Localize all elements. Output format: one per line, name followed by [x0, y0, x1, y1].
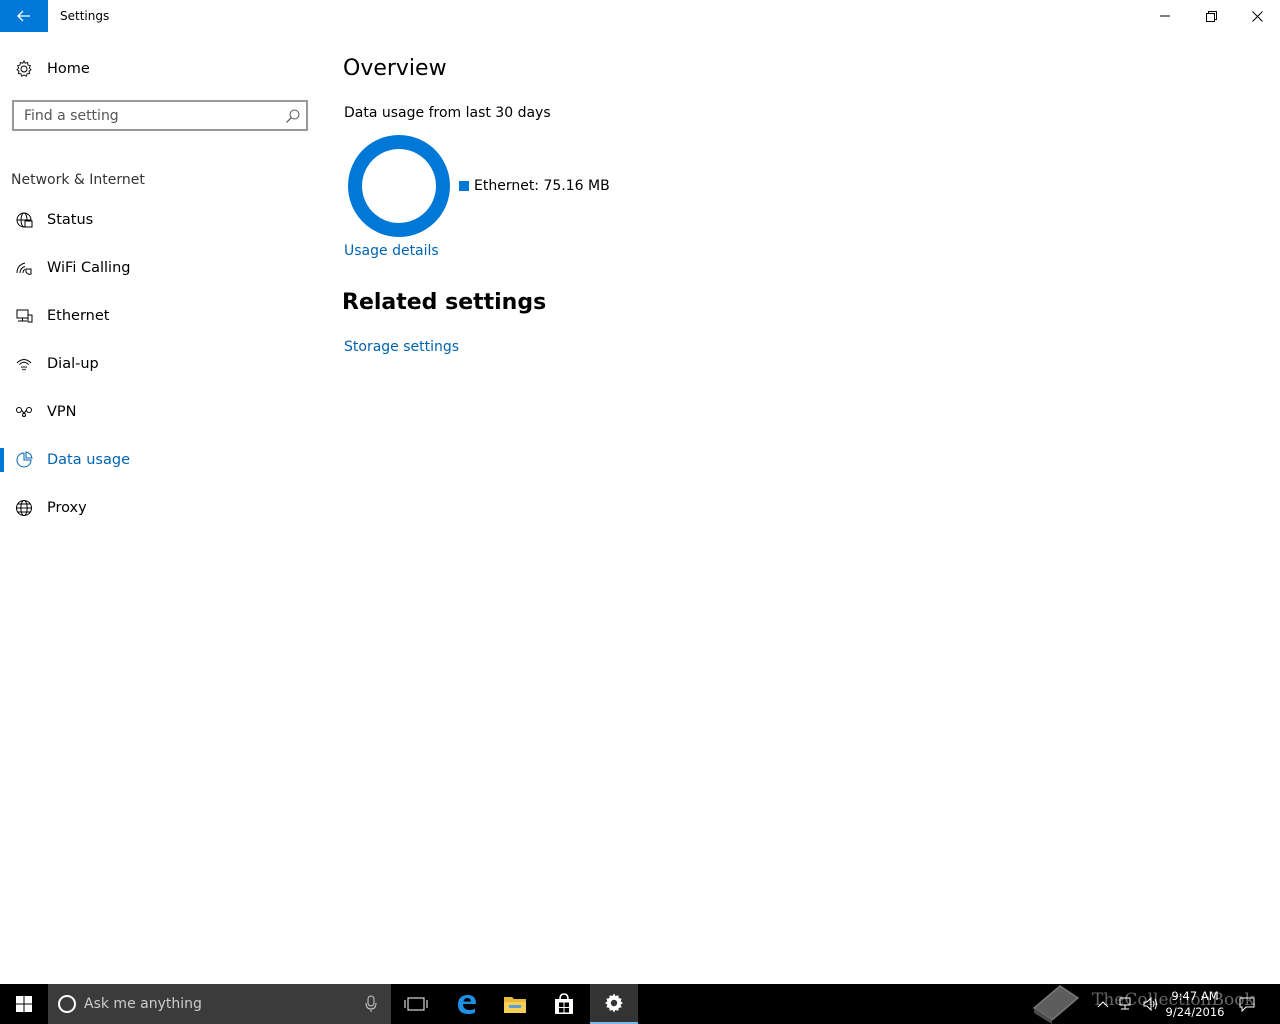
sidebar-item-label: Dial-up — [47, 356, 99, 372]
action-center-button[interactable] — [1236, 984, 1258, 1024]
page-title: Overview — [343, 56, 447, 81]
sidebar-item-label: WiFi Calling — [47, 260, 131, 276]
clock-date: 9/24/2016 — [1165, 1005, 1225, 1019]
sidebar-item-proxy[interactable]: Proxy — [0, 488, 320, 528]
main-content: Overview Data usage from last 30 days Et… — [320, 32, 1280, 984]
sidebar-item-dial-up[interactable]: Dial-up — [0, 344, 320, 384]
wifi-calling-icon — [14, 258, 34, 278]
restore-button[interactable] — [1188, 0, 1234, 32]
book-logo-icon — [1032, 985, 1080, 1024]
network-icon — [1119, 997, 1131, 1010]
restore-icon — [1205, 10, 1217, 22]
close-icon — [1251, 10, 1263, 22]
legend-label-ethernet: Ethernet: 75.16 MB — [474, 178, 610, 194]
settings-app-button[interactable] — [590, 984, 638, 1024]
cortana-icon — [58, 995, 76, 1013]
cortana-search-box[interactable] — [48, 984, 391, 1024]
folder-icon — [504, 997, 526, 1013]
sidebar-item-ethernet[interactable]: Ethernet — [0, 296, 320, 336]
sidebar-item-data-usage[interactable]: Data usage — [0, 440, 320, 480]
globe-icon — [14, 498, 34, 518]
legend-swatch-ethernet — [459, 181, 469, 191]
store-bag-icon — [555, 993, 573, 1014]
dialup-icon — [14, 354, 34, 374]
microphone-icon[interactable] — [364, 995, 378, 1013]
chart-legend: Ethernet: 75.16 MB — [459, 178, 610, 194]
sidebar-item-label: Status — [47, 212, 94, 228]
sidebar-item-home[interactable]: Home — [0, 50, 320, 88]
back-button[interactable] — [0, 0, 48, 32]
sidebar: Home Network & Internet Status — [0, 32, 320, 984]
vpn-icon — [14, 402, 34, 422]
sidebar-item-label: Proxy — [47, 500, 87, 516]
chevron-up-icon — [1097, 1001, 1109, 1008]
search-input[interactable] — [24, 106, 274, 126]
usage-subtitle: Data usage from last 30 days — [344, 105, 551, 121]
windows-logo-icon — [16, 996, 32, 1012]
network-tray-button[interactable] — [1116, 984, 1138, 1024]
sidebar-item-vpn[interactable]: VPN — [0, 392, 320, 432]
storage-settings-link[interactable]: Storage settings — [344, 339, 459, 355]
notifications-icon — [1239, 997, 1255, 1012]
minimize-button[interactable] — [1142, 0, 1188, 32]
globe-status-icon — [14, 210, 34, 230]
sidebar-item-wifi-calling[interactable]: WiFi Calling — [0, 248, 320, 288]
clock-time: 9:47 AM — [1171, 989, 1219, 1003]
usage-details-link[interactable]: Usage details — [344, 243, 439, 259]
sidebar-item-status[interactable]: Status — [0, 200, 320, 240]
related-settings-title: Related settings — [342, 290, 547, 315]
donut-slice-ethernet — [348, 135, 450, 237]
sidebar-item-label: Home — [47, 61, 90, 77]
minimize-icon — [1160, 15, 1170, 17]
window-title: Settings — [60, 9, 110, 23]
start-button[interactable] — [0, 984, 48, 1024]
taskbar-clock[interactable]: 9:47 AM 9/24/2016 — [1160, 988, 1230, 1020]
sidebar-item-label: VPN — [47, 404, 77, 420]
ethernet-icon — [14, 306, 34, 326]
taskbar: TheCollectionBook 9:47 AM 9/24/2016 — [0, 984, 1280, 1024]
store-button[interactable] — [540, 984, 588, 1024]
cortana-search-input[interactable] — [84, 994, 344, 1014]
search-field[interactable] — [12, 100, 308, 131]
volume-icon — [1143, 997, 1157, 1011]
file-explorer-button[interactable] — [491, 984, 539, 1024]
sidebar-item-label: Data usage — [47, 452, 130, 468]
task-view-button[interactable] — [392, 984, 440, 1024]
pie-chart-icon — [14, 450, 34, 470]
settings-gear-icon — [605, 993, 623, 1013]
back-arrow-icon — [17, 10, 30, 22]
section-header: Network & Internet — [11, 172, 145, 188]
task-view-icon — [404, 997, 428, 1011]
title-bar: Settings — [0, 0, 1280, 32]
gear-icon — [14, 59, 34, 79]
volume-tray-button[interactable] — [1140, 984, 1162, 1024]
selection-indicator — [0, 448, 4, 472]
edge-browser-button[interactable] — [443, 984, 491, 1024]
search-icon[interactable] — [285, 108, 301, 124]
data-usage-donut-chart — [348, 135, 450, 237]
show-hidden-icons-button[interactable] — [1093, 984, 1113, 1024]
edge-icon — [458, 995, 476, 1014]
close-button[interactable] — [1234, 0, 1280, 32]
sidebar-item-label: Ethernet — [47, 308, 110, 324]
